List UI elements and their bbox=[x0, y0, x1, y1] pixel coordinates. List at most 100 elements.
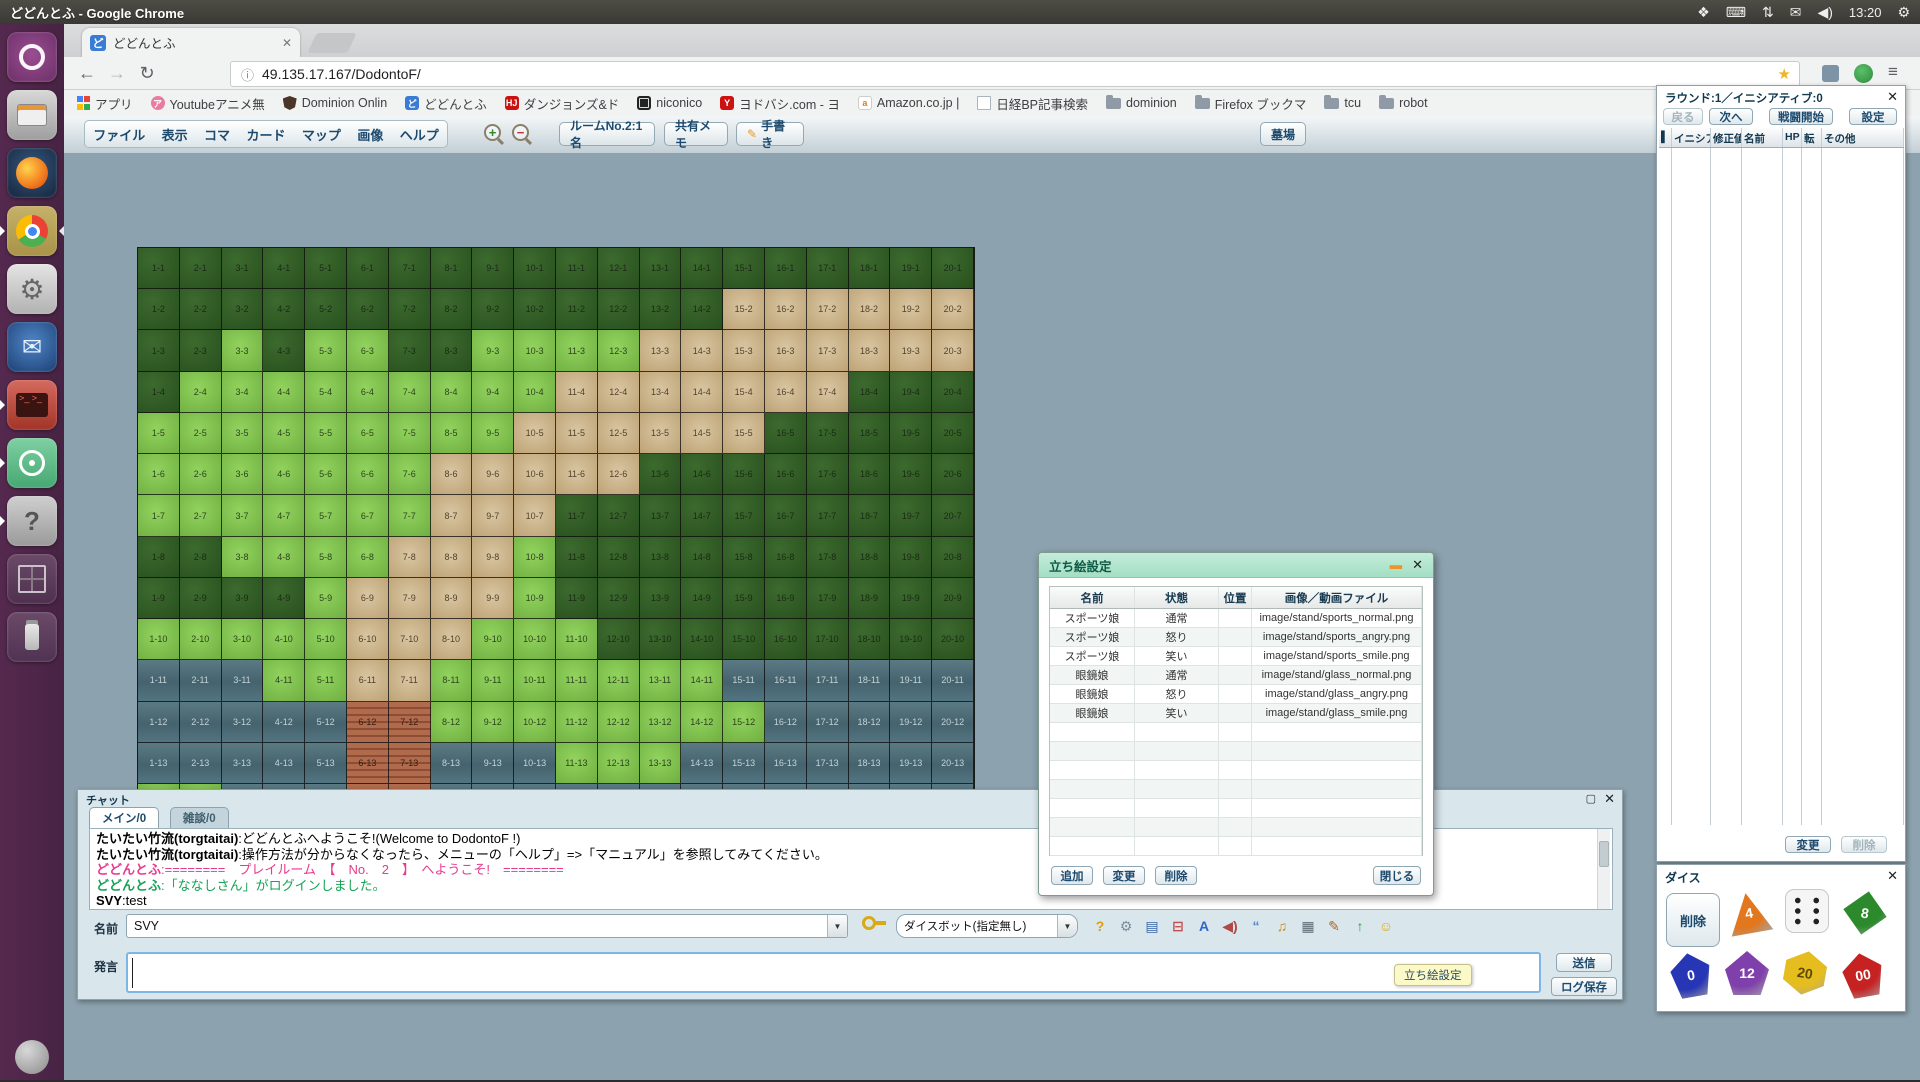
map-cell[interactable]: 7-3 bbox=[389, 330, 431, 371]
map-cell[interactable]: 16-6 bbox=[765, 454, 807, 495]
stand-close-button[interactable]: 閉じる bbox=[1373, 866, 1421, 885]
map-cell[interactable]: 18-10 bbox=[849, 619, 891, 660]
bookmark-item[interactable]: アYoutubeアニメ無 bbox=[151, 94, 265, 113]
map-cell[interactable]: 17-12 bbox=[807, 702, 849, 743]
map-cell[interactable]: 16-5 bbox=[765, 413, 807, 454]
map-cell[interactable]: 4-5 bbox=[263, 413, 305, 454]
map-cell[interactable]: 2-3 bbox=[180, 330, 222, 371]
map-cell[interactable]: 5-1 bbox=[305, 248, 347, 289]
map-cell[interactable]: 17-9 bbox=[807, 578, 849, 619]
die-d10[interactable]: 0 bbox=[1666, 950, 1717, 1001]
map-cell[interactable]: 15-8 bbox=[723, 537, 765, 578]
stand-table[interactable]: 名前状態位置画像／動画ファイルスポーツ娘通常image/stand/sports… bbox=[1049, 586, 1423, 856]
manual-icon[interactable]: ▤ bbox=[1142, 917, 1162, 935]
map-cell[interactable]: 12-10 bbox=[598, 619, 640, 660]
map-cell[interactable]: 2-11 bbox=[180, 660, 222, 701]
map-cell[interactable]: 15-11 bbox=[723, 660, 765, 701]
launcher-item-firefox[interactable] bbox=[7, 148, 57, 198]
map-cell[interactable]: 6-10 bbox=[347, 619, 389, 660]
map-cell[interactable]: 6-13 bbox=[347, 743, 389, 784]
map-cell[interactable]: 12-8 bbox=[598, 537, 640, 578]
font-icon[interactable]: A bbox=[1194, 917, 1214, 935]
launcher-item-dash[interactable] bbox=[7, 32, 57, 82]
info-icon[interactable]: ⓘ bbox=[241, 65, 254, 84]
map-cell[interactable]: 2-10 bbox=[180, 619, 222, 660]
map-cell[interactable]: 6-1 bbox=[347, 248, 389, 289]
map-cell[interactable]: 4-4 bbox=[263, 372, 305, 413]
map-cell[interactable]: 11-11 bbox=[556, 660, 598, 701]
map-cell[interactable]: 17-2 bbox=[807, 289, 849, 330]
name-combobox[interactable]: SVY ▼ bbox=[126, 914, 848, 938]
map-cell[interactable]: 14-3 bbox=[681, 330, 723, 371]
map-cell[interactable]: 18-2 bbox=[849, 289, 891, 330]
map-cell[interactable]: 2-2 bbox=[180, 289, 222, 330]
map-cell[interactable]: 4-12 bbox=[263, 702, 305, 743]
init-back-button[interactable]: 戻る bbox=[1663, 108, 1703, 125]
map-cell[interactable]: 7-6 bbox=[389, 454, 431, 495]
map-cell[interactable]: 5-7 bbox=[305, 495, 347, 536]
network-icon[interactable]: ⇅ bbox=[1762, 4, 1774, 21]
bookmark-item[interactable]: アプリ bbox=[76, 94, 133, 113]
map-cell[interactable]: 16-13 bbox=[765, 743, 807, 784]
map-cell[interactable]: 8-10 bbox=[431, 619, 473, 660]
stand-table-row[interactable] bbox=[1050, 723, 1422, 742]
map-cell[interactable]: 12-4 bbox=[598, 372, 640, 413]
map-cell[interactable]: 4-13 bbox=[263, 743, 305, 784]
initiative-close-icon[interactable]: ✕ bbox=[1887, 89, 1898, 105]
bookmark-item[interactable]: 日経BP記事検索 bbox=[977, 94, 1088, 113]
map-cell[interactable]: 14-10 bbox=[681, 619, 723, 660]
map-cell[interactable]: 9-5 bbox=[472, 413, 514, 454]
map-cell[interactable]: 15-12 bbox=[723, 702, 765, 743]
map-cell[interactable]: 8-4 bbox=[431, 372, 473, 413]
map-cell[interactable]: 8-9 bbox=[431, 578, 473, 619]
map-cell[interactable]: 17-3 bbox=[807, 330, 849, 371]
mail-icon[interactable]: ✉ bbox=[1790, 4, 1802, 21]
die-d20[interactable]: 20 bbox=[1780, 948, 1831, 999]
map-cell[interactable]: 9-12 bbox=[472, 702, 514, 743]
map-cell[interactable]: 19-4 bbox=[890, 372, 932, 413]
map-cell[interactable]: 6-6 bbox=[347, 454, 389, 495]
sync-icon[interactable]: ❖ bbox=[1697, 4, 1710, 21]
save-log-button[interactable]: ログ保存 bbox=[1551, 977, 1617, 996]
stand-table-row[interactable] bbox=[1050, 780, 1422, 799]
stand-table-row[interactable] bbox=[1050, 761, 1422, 780]
room-info-button[interactable]: ルームNo.2:1名 bbox=[559, 122, 655, 146]
stand-add-button[interactable]: 追加 bbox=[1051, 866, 1093, 885]
map-cell[interactable]: 14-9 bbox=[681, 578, 723, 619]
reload-icon[interactable]: ↻ bbox=[132, 63, 162, 84]
map-cell[interactable]: 6-3 bbox=[347, 330, 389, 371]
map-cell[interactable]: 18-5 bbox=[849, 413, 891, 454]
map-cell[interactable]: 18-7 bbox=[849, 495, 891, 536]
map-cell[interactable]: 19-10 bbox=[890, 619, 932, 660]
die-d4[interactable]: 4 bbox=[1724, 888, 1775, 939]
map-cell[interactable]: 17-10 bbox=[807, 619, 849, 660]
map-cell[interactable]: 16-11 bbox=[765, 660, 807, 701]
map-cell[interactable]: 2-1 bbox=[180, 248, 222, 289]
address-bar[interactable]: ⓘ 49.135.17.167/DodontoF/ ★ bbox=[230, 61, 1800, 87]
map-cell[interactable]: 12-7 bbox=[598, 495, 640, 536]
back-icon[interactable]: ← bbox=[72, 63, 102, 84]
map-cell[interactable]: 15-13 bbox=[723, 743, 765, 784]
map-cell[interactable]: 4-7 bbox=[263, 495, 305, 536]
launcher-item-sphere[interactable] bbox=[7, 1032, 57, 1082]
map-cell[interactable]: 4-6 bbox=[263, 454, 305, 495]
stand-delete-button[interactable]: 削除 bbox=[1155, 866, 1197, 885]
dialog-close-icon[interactable]: ✕ bbox=[1412, 557, 1423, 573]
map-cell[interactable]: 3-10 bbox=[222, 619, 264, 660]
map-cell[interactable]: 5-13 bbox=[305, 743, 347, 784]
map-cell[interactable]: 19-5 bbox=[890, 413, 932, 454]
keyboard-icon[interactable]: ⌨ bbox=[1726, 4, 1746, 21]
map-cell[interactable]: 20-7 bbox=[932, 495, 974, 536]
map-cell[interactable]: 1-1 bbox=[138, 248, 180, 289]
map-cell[interactable]: 13-11 bbox=[640, 660, 682, 701]
dicebot-select[interactable]: ダイスボット(指定無し) ▼ bbox=[896, 914, 1078, 938]
map-cell[interactable]: 4-10 bbox=[263, 619, 305, 660]
map-cell[interactable]: 9-8 bbox=[472, 537, 514, 578]
map-cell[interactable]: 13-7 bbox=[640, 495, 682, 536]
map-cell[interactable]: 13-12 bbox=[640, 702, 682, 743]
map-cell[interactable]: 18-4 bbox=[849, 372, 891, 413]
bookmark-star-icon[interactable]: ★ bbox=[1778, 65, 1791, 83]
map-cell[interactable]: 19-1 bbox=[890, 248, 932, 289]
launcher-item-chrome[interactable] bbox=[7, 206, 57, 256]
map-cell[interactable]: 14-4 bbox=[681, 372, 723, 413]
